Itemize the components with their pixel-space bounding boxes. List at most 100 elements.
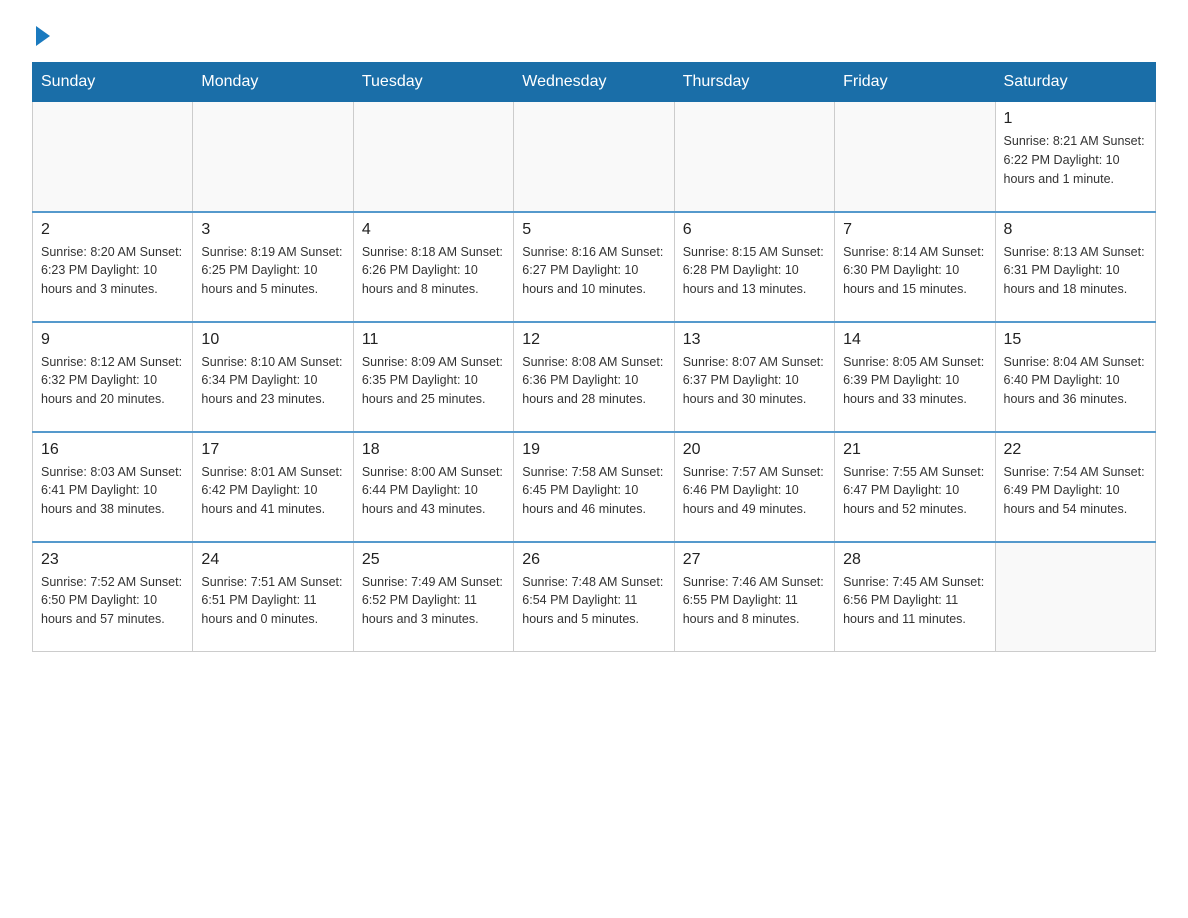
day-number: 24: [201, 551, 344, 569]
calendar-day-cell: 24 Sunrise: 7:51 AM Sunset: 6:51 PM Dayli…: [193, 542, 353, 652]
day-number: 3: [201, 221, 344, 239]
calendar-day-cell: 9 Sunrise: 8:12 AM Sunset: 6:32 PM Daylig…: [33, 322, 193, 432]
day-info: Sunrise: 7:46 AM Sunset: 6:55 PM Dayligh…: [683, 573, 826, 629]
day-number: 16: [41, 441, 184, 459]
day-info: Sunrise: 8:20 AM Sunset: 6:23 PM Dayligh…: [41, 243, 184, 299]
calendar-day-cell: 13 Sunrise: 8:07 AM Sunset: 6:37 PM Dayli…: [674, 322, 834, 432]
day-info: Sunrise: 8:08 AM Sunset: 6:36 PM Dayligh…: [522, 353, 665, 409]
calendar-day-cell: 16 Sunrise: 8:03 AM Sunset: 6:41 PM Dayli…: [33, 432, 193, 542]
calendar-day-cell: 7Sunrise: 8:14 AM Sunset: 6:30 PM Daylig…: [835, 212, 995, 322]
day-info: Sunrise: 8:12 AM Sunset: 6:32 PM Dayligh…: [41, 353, 184, 409]
day-number: 19: [522, 441, 665, 459]
day-info: Sunrise: 8:05 AM Sunset: 6:39 PM Dayligh…: [843, 353, 986, 409]
day-number: 13: [683, 331, 826, 349]
calendar-day-cell: 4 Sunrise: 8:18 AM Sunset: 6:26 PM Daylig…: [353, 212, 513, 322]
weekday-header-thursday: Thursday: [674, 63, 834, 102]
day-info: Sunrise: 8:16 AM Sunset: 6:27 PM Dayligh…: [522, 243, 665, 299]
calendar-week-row: 1 Sunrise: 8:21 AM Sunset: 6:22 PM Daylig…: [33, 102, 1156, 212]
day-number: 10: [201, 331, 344, 349]
day-number: 4: [362, 221, 505, 239]
calendar-day-cell: 8 Sunrise: 8:13 AM Sunset: 6:31 PM Daylig…: [995, 212, 1155, 322]
page-header: [32, 24, 1156, 46]
day-info: Sunrise: 8:13 AM Sunset: 6:31 PM Dayligh…: [1004, 243, 1147, 299]
calendar-day-cell: 11 Sunrise: 8:09 AM Sunset: 6:35 PM Dayli…: [353, 322, 513, 432]
calendar-day-cell: 17 Sunrise: 8:01 AM Sunset: 6:42 PM Dayli…: [193, 432, 353, 542]
calendar-day-cell: 20 Sunrise: 7:57 AM Sunset: 6:46 PM Dayli…: [674, 432, 834, 542]
weekday-header-saturday: Saturday: [995, 63, 1155, 102]
day-number: 12: [522, 331, 665, 349]
day-number: 25: [362, 551, 505, 569]
day-number: 20: [683, 441, 826, 459]
calendar-day-cell: [353, 102, 513, 212]
calendar-day-cell: [835, 102, 995, 212]
calendar-week-row: 16 Sunrise: 8:03 AM Sunset: 6:41 PM Dayli…: [33, 432, 1156, 542]
calendar-day-cell: 15 Sunrise: 8:04 AM Sunset: 6:40 PM Dayli…: [995, 322, 1155, 432]
day-number: 11: [362, 331, 505, 349]
day-number: 26: [522, 551, 665, 569]
day-number: 15: [1004, 331, 1147, 349]
day-number: 5: [522, 221, 665, 239]
weekday-header-monday: Monday: [193, 63, 353, 102]
calendar-day-cell: 10 Sunrise: 8:10 AM Sunset: 6:34 PM Dayli…: [193, 322, 353, 432]
calendar-day-cell: [674, 102, 834, 212]
day-number: 18: [362, 441, 505, 459]
day-info: Sunrise: 8:10 AM Sunset: 6:34 PM Dayligh…: [201, 353, 344, 409]
day-number: 28: [843, 551, 986, 569]
calendar-week-row: 2 Sunrise: 8:20 AM Sunset: 6:23 PM Daylig…: [33, 212, 1156, 322]
weekday-header-sunday: Sunday: [33, 63, 193, 102]
calendar-day-cell: 27 Sunrise: 7:46 AM Sunset: 6:55 PM Dayli…: [674, 542, 834, 652]
calendar-day-cell: 21 Sunrise: 7:55 AM Sunset: 6:47 PM Dayli…: [835, 432, 995, 542]
weekday-header-wednesday: Wednesday: [514, 63, 674, 102]
calendar-day-cell: 28 Sunrise: 7:45 AM Sunset: 6:56 PM Dayli…: [835, 542, 995, 652]
day-number: 27: [683, 551, 826, 569]
calendar-day-cell: 14 Sunrise: 8:05 AM Sunset: 6:39 PM Dayli…: [835, 322, 995, 432]
day-info: Sunrise: 7:54 AM Sunset: 6:49 PM Dayligh…: [1004, 463, 1147, 519]
day-info: Sunrise: 8:07 AM Sunset: 6:37 PM Dayligh…: [683, 353, 826, 409]
day-info: Sunrise: 7:45 AM Sunset: 6:56 PM Dayligh…: [843, 573, 986, 629]
calendar-day-cell: [514, 102, 674, 212]
day-info: Sunrise: 7:48 AM Sunset: 6:54 PM Dayligh…: [522, 573, 665, 629]
day-info: Sunrise: 8:21 AM Sunset: 6:22 PM Dayligh…: [1004, 132, 1147, 188]
calendar-day-cell: 19 Sunrise: 7:58 AM Sunset: 6:45 PM Dayli…: [514, 432, 674, 542]
weekday-header-friday: Friday: [835, 63, 995, 102]
day-number: 14: [843, 331, 986, 349]
day-number: 23: [41, 551, 184, 569]
day-number: 21: [843, 441, 986, 459]
calendar-day-cell: 18 Sunrise: 8:00 AM Sunset: 6:44 PM Dayli…: [353, 432, 513, 542]
weekday-header-tuesday: Tuesday: [353, 63, 513, 102]
day-info: Sunrise: 8:01 AM Sunset: 6:42 PM Dayligh…: [201, 463, 344, 519]
day-info: Sunrise: 8:04 AM Sunset: 6:40 PM Dayligh…: [1004, 353, 1147, 409]
calendar-day-cell: 22 Sunrise: 7:54 AM Sunset: 6:49 PM Dayli…: [995, 432, 1155, 542]
day-number: 17: [201, 441, 344, 459]
day-info: Sunrise: 7:51 AM Sunset: 6:51 PM Dayligh…: [201, 573, 344, 629]
calendar-week-row: 9 Sunrise: 8:12 AM Sunset: 6:32 PM Daylig…: [33, 322, 1156, 432]
day-info: Sunrise: 8:03 AM Sunset: 6:41 PM Dayligh…: [41, 463, 184, 519]
day-number: 7: [843, 221, 986, 239]
calendar-day-cell: 26 Sunrise: 7:48 AM Sunset: 6:54 PM Dayli…: [514, 542, 674, 652]
day-info: Sunrise: 7:57 AM Sunset: 6:46 PM Dayligh…: [683, 463, 826, 519]
calendar-day-cell: 23Sunrise: 7:52 AM Sunset: 6:50 PM Dayli…: [33, 542, 193, 652]
calendar-day-cell: 6Sunrise: 8:15 AM Sunset: 6:28 PM Daylig…: [674, 212, 834, 322]
day-number: 1: [1004, 110, 1147, 128]
day-number: 8: [1004, 221, 1147, 239]
weekday-header-row: SundayMondayTuesdayWednesdayThursdayFrid…: [33, 63, 1156, 102]
day-info: Sunrise: 8:15 AM Sunset: 6:28 PM Dayligh…: [683, 243, 826, 299]
day-number: 9: [41, 331, 184, 349]
day-info: Sunrise: 7:49 AM Sunset: 6:52 PM Dayligh…: [362, 573, 505, 629]
calendar-day-cell: 1 Sunrise: 8:21 AM Sunset: 6:22 PM Daylig…: [995, 102, 1155, 212]
day-info: Sunrise: 8:18 AM Sunset: 6:26 PM Dayligh…: [362, 243, 505, 299]
day-info: Sunrise: 7:55 AM Sunset: 6:47 PM Dayligh…: [843, 463, 986, 519]
calendar-day-cell: 25 Sunrise: 7:49 AM Sunset: 6:52 PM Dayli…: [353, 542, 513, 652]
logo: [32, 24, 50, 46]
calendar-day-cell: 5 Sunrise: 8:16 AM Sunset: 6:27 PM Daylig…: [514, 212, 674, 322]
calendar-day-cell: 12 Sunrise: 8:08 AM Sunset: 6:36 PM Dayli…: [514, 322, 674, 432]
day-number: 22: [1004, 441, 1147, 459]
calendar-day-cell: 3Sunrise: 8:19 AM Sunset: 6:25 PM Daylig…: [193, 212, 353, 322]
day-info: Sunrise: 8:09 AM Sunset: 6:35 PM Dayligh…: [362, 353, 505, 409]
day-info: Sunrise: 8:00 AM Sunset: 6:44 PM Dayligh…: [362, 463, 505, 519]
day-number: 2: [41, 221, 184, 239]
calendar-week-row: 23Sunrise: 7:52 AM Sunset: 6:50 PM Dayli…: [33, 542, 1156, 652]
day-info: Sunrise: 7:58 AM Sunset: 6:45 PM Dayligh…: [522, 463, 665, 519]
calendar-day-cell: [995, 542, 1155, 652]
logo-triangle-icon: [36, 26, 50, 46]
